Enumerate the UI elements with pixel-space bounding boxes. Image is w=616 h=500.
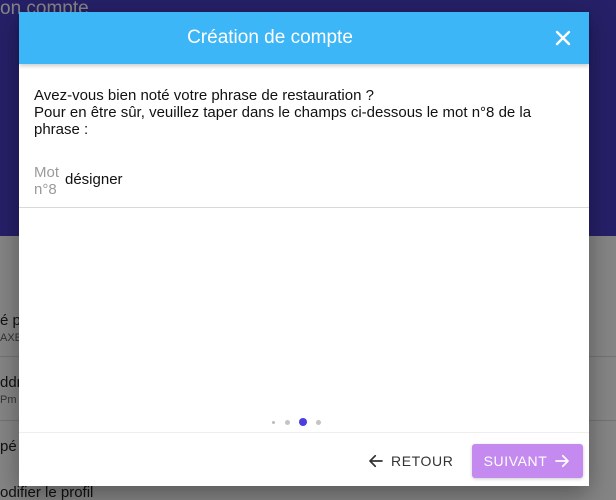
dialog-footer: RETOUR SUIVANT: [19, 432, 589, 486]
next-button-label: SUIVANT: [483, 453, 548, 469]
restoration-question: Avez-vous bien noté votre phrase de rest…: [34, 87, 574, 138]
next-button[interactable]: SUIVANT: [472, 444, 583, 478]
dialog-header: Création de compte: [19, 12, 589, 64]
step-dot: [285, 420, 290, 425]
arrow-right-icon: [553, 452, 571, 470]
step-dot: [272, 421, 275, 424]
question-line-2: Pour en être sûr, veuillez taper dans le…: [34, 104, 532, 138]
close-button[interactable]: [551, 26, 575, 50]
arrow-left-icon: [367, 452, 385, 470]
close-icon: [551, 26, 575, 50]
question-line-1: Avez-vous bien noté votre phrase de rest…: [34, 87, 374, 104]
word-input[interactable]: [65, 168, 565, 190]
back-button[interactable]: RETOUR: [367, 445, 453, 477]
step-dot: [316, 420, 321, 425]
back-button-label: RETOUR: [391, 453, 454, 469]
step-indicator: [19, 416, 589, 428]
account-creation-dialog: Création de compte Avez-vous bien noté v…: [19, 12, 589, 486]
dialog-title: Création de compte: [187, 27, 353, 48]
step-dot-active: [299, 418, 307, 426]
word-field: Mot n°8: [19, 160, 589, 208]
word-field-label: Mot n°8: [34, 164, 60, 198]
